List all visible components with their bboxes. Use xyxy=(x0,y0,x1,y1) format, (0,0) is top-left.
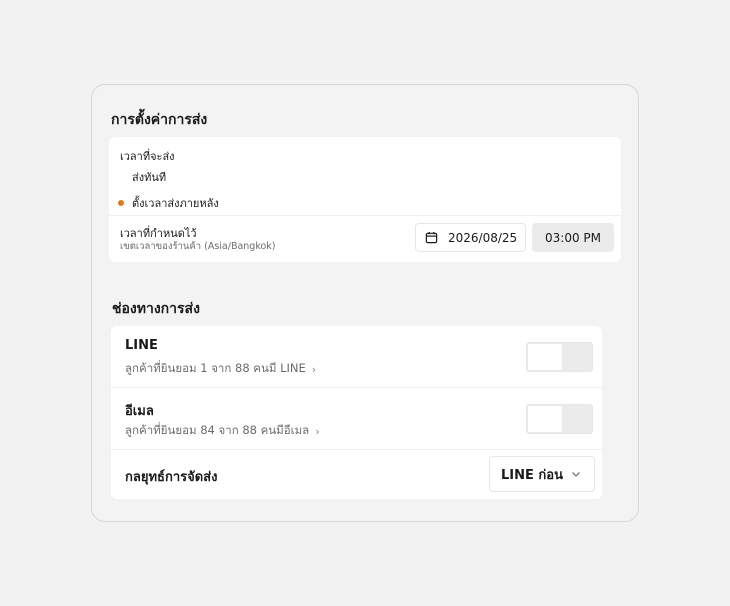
delivery-settings-card: การตั้งค่าการส่ง เวลาที่จะส่ง ส่งทันที ต… xyxy=(91,84,639,522)
radio-indicator xyxy=(118,174,124,180)
channel-line-detail-link[interactable]: ลูกค้าที่ยินยอม 1 จาก 88 คนมี LINE › xyxy=(125,360,316,378)
radio-schedule-later[interactable]: ตั้งเวลาส่งภายหลัง xyxy=(118,194,219,212)
divider xyxy=(111,449,602,450)
channels-panel: LINE ลูกค้าที่ยินยอม 1 จาก 88 คนมี LINE … xyxy=(111,326,602,499)
channel-line-toggle[interactable] xyxy=(526,342,593,372)
chevron-down-icon xyxy=(572,472,580,477)
schedule-panel: เวลาที่จะส่ง ส่งทันที ตั้งเวลาส่งภายหลัง… xyxy=(109,137,621,262)
channel-email-detail-link[interactable]: ลูกค้าที่ยินยอม 84 จาก 88 คนมีอีเมล › xyxy=(125,422,320,440)
channel-email-detail: ลูกค้าที่ยินยอม 84 จาก 88 คนมีอีเมล xyxy=(125,423,310,437)
strategy-value: LINE ก่อน xyxy=(501,467,563,483)
strategy-label: กลยุทธ์การจัดส่ง xyxy=(125,470,218,485)
radio-schedule-later-label: ตั้งเวลาส่งภายหลัง xyxy=(132,197,219,210)
channels-title: ช่องทางการส่ง xyxy=(112,301,200,317)
time-picker-button[interactable]: 03:00 PM xyxy=(532,223,614,252)
radio-send-now[interactable]: ส่งทันที xyxy=(118,168,166,186)
channel-email-toggle[interactable] xyxy=(526,404,593,434)
divider xyxy=(111,387,602,388)
channel-line-detail: ลูกค้าที่ยินยอม 1 จาก 88 คนมี LINE xyxy=(125,361,306,375)
date-picker-button[interactable]: 2026/08/25 xyxy=(415,223,526,252)
chevron-right-icon: › xyxy=(311,362,317,376)
radio-send-now-label: ส่งทันที xyxy=(132,171,167,184)
send-time-label: เวลาที่จะส่ง xyxy=(120,150,175,163)
divider xyxy=(109,215,621,216)
delivery-settings-title: การตั้งค่าการส่ง xyxy=(111,112,208,128)
channel-email-name: อีเมล xyxy=(125,404,154,419)
radio-indicator-selected xyxy=(118,200,124,206)
date-value: 2026/08/25 xyxy=(448,230,518,245)
toggle-knob xyxy=(528,406,562,432)
strategy-select[interactable]: LINE ก่อน xyxy=(489,456,595,492)
calendar-icon xyxy=(425,231,438,244)
channel-line-name: LINE xyxy=(125,338,158,353)
toggle-knob xyxy=(528,344,562,370)
timezone-note: เขตเวลาของร้านค้า (Asia/Bangkok) xyxy=(120,241,276,252)
time-value: 03:00 PM xyxy=(545,230,601,245)
chevron-right-icon: › xyxy=(315,424,320,438)
